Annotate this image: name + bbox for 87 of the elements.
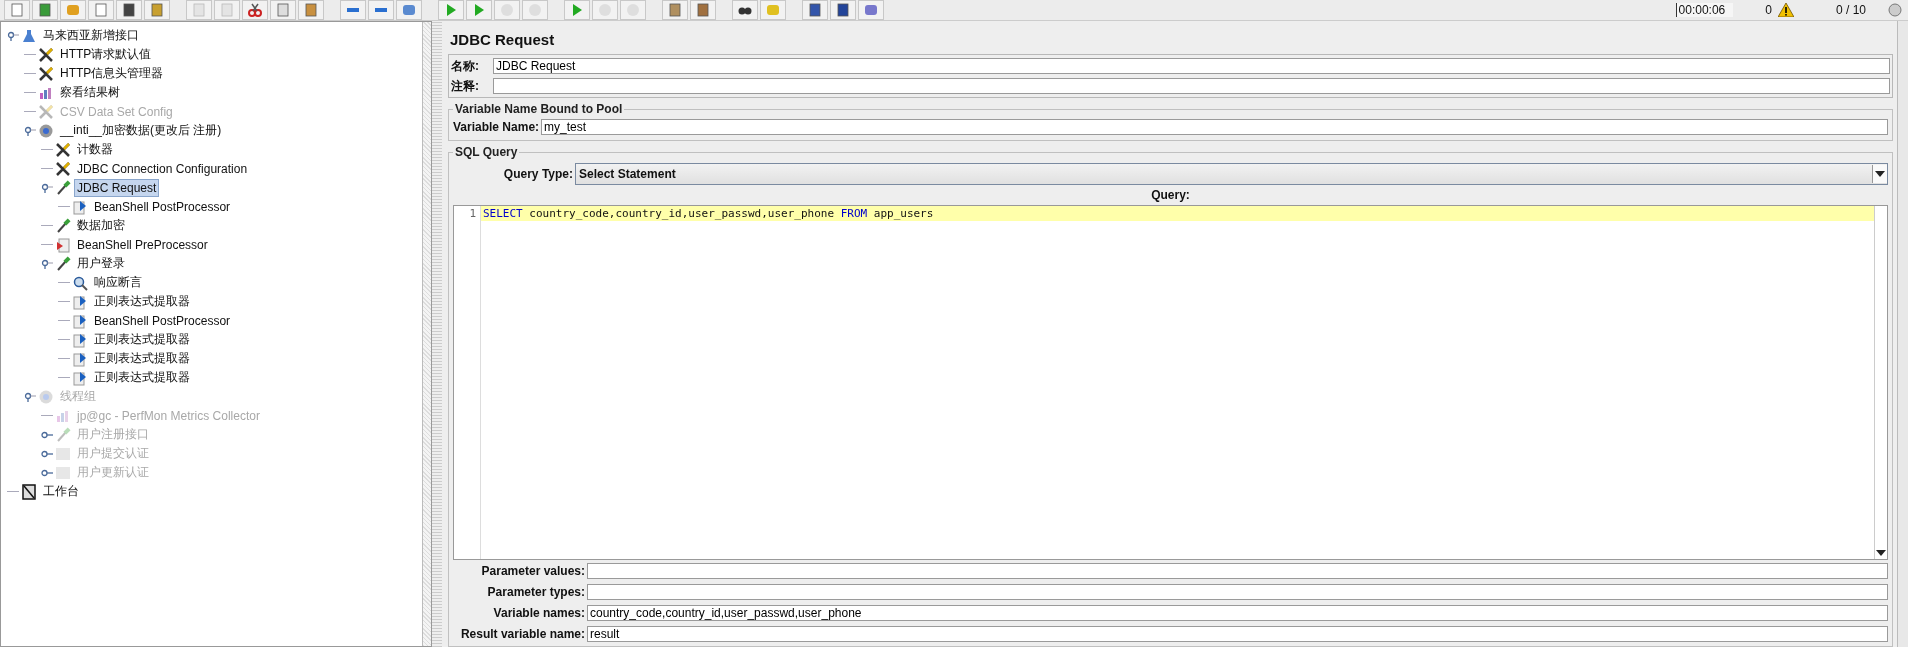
toolbar-button[interactable]	[116, 0, 142, 20]
field-label: 名称:	[451, 57, 480, 75]
status-icon	[1888, 3, 1902, 17]
document-icon	[37, 2, 53, 18]
tree-handle-icon[interactable]	[24, 125, 36, 136]
tree-item[interactable]: 正则表达式提取器	[91, 291, 193, 312]
tree-item[interactable]: 用户登录	[74, 253, 128, 274]
field-label: Variable names:	[492, 606, 586, 620]
field-label: Query:	[1151, 188, 1190, 202]
field-label: Parameter types:	[486, 585, 586, 599]
document-icon	[219, 2, 235, 18]
field-label: Variable Name:	[453, 120, 541, 134]
document-icon	[121, 2, 137, 18]
toolbar-button[interactable]	[732, 0, 758, 20]
line-number: 1	[469, 206, 476, 221]
document-icon	[303, 2, 319, 18]
stop-icon	[527, 2, 543, 18]
tree-item[interactable]: BeanShell PreProcessor	[74, 235, 211, 254]
toolbar-button[interactable]	[690, 0, 716, 20]
document-icon	[667, 2, 683, 18]
document-icon	[191, 2, 207, 18]
rounded-square-icon	[401, 2, 417, 18]
tree-item[interactable]: BeanShell PostProcessor	[91, 311, 234, 330]
tree-item[interactable]: HTTP信息头管理器	[57, 63, 167, 84]
tree-item[interactable]: 正则表达式提取器	[91, 367, 193, 388]
tree-item[interactable]: 马来西亚新增接口	[40, 25, 142, 46]
thread-count: 0 / 10	[1835, 3, 1866, 17]
rounded-square-icon	[65, 2, 81, 18]
document-icon	[9, 2, 25, 18]
group-title: SQL Query	[454, 145, 519, 159]
tree-handle-icon[interactable]	[41, 182, 53, 193]
tree-handle-icon[interactable]	[41, 467, 53, 478]
parameter-field[interactable]	[587, 563, 1888, 579]
tree-item[interactable]: 数据加密	[74, 215, 128, 236]
name-field[interactable]: JDBC Request	[493, 58, 1890, 74]
tree-item[interactable]: 正则表达式提取器	[91, 348, 193, 369]
elapsed-time: 00:00:06	[1675, 3, 1734, 17]
code-line: SELECT country_code,country_id,user_passwd,user_phone FROM app_users	[483, 207, 934, 220]
scrollbar[interactable]	[1897, 21, 1908, 647]
document-icon	[275, 2, 291, 18]
scroll-down-icon[interactable]	[1876, 550, 1886, 556]
tree-item[interactable]: BeanShell PostProcessor	[91, 197, 234, 216]
toolbar-button[interactable]	[242, 0, 268, 20]
stop-icon	[625, 2, 641, 18]
field-label: 注释:	[451, 77, 480, 95]
tree-item[interactable]: 工作台	[40, 481, 82, 502]
document-icon	[695, 2, 711, 18]
error-count: 0	[1765, 3, 1772, 17]
tree-item[interactable]: 正则表达式提取器	[91, 329, 193, 350]
group-title: Variable Name Bound to Pool	[454, 102, 624, 116]
scrollbar[interactable]	[422, 22, 431, 646]
tree-item[interactable]: 响应断言	[91, 272, 145, 293]
toolbar-button[interactable]	[830, 0, 856, 20]
tree-handle-icon[interactable]	[41, 448, 53, 459]
document-icon	[149, 2, 165, 18]
tree-item[interactable]: JDBC Connection Configuration	[74, 159, 251, 178]
comment-field[interactable]	[493, 78, 1890, 94]
query-type-dropdown[interactable]: Select Statement	[575, 163, 1888, 185]
field-label: Result variable name:	[459, 627, 586, 641]
field-label: Parameter values:	[480, 564, 586, 578]
stop-icon	[597, 2, 613, 18]
warning-icon	[1777, 3, 1794, 17]
toolbar-button[interactable]	[802, 0, 828, 20]
rounded-square-icon	[863, 2, 879, 18]
rounded-square-icon	[765, 2, 781, 18]
code-editor[interactable]: 1 SELECT country_code,country_id,user_passwd,user_phone FROM app_users	[453, 205, 1888, 560]
document-icon	[835, 2, 851, 18]
tree-handle-icon[interactable]	[41, 429, 53, 440]
caret-icon	[1875, 171, 1885, 177]
scissors-icon	[247, 2, 263, 18]
document-icon	[93, 2, 109, 18]
tree-item[interactable]: 察看结果树	[57, 82, 123, 103]
tree-item[interactable]: __inti__加密数据(更改后 注册)	[57, 120, 225, 141]
variable-name-field[interactable]: my_test	[541, 119, 1888, 135]
tree-item[interactable]: JDBC Request	[74, 178, 160, 197]
tree-handle-icon[interactable]	[7, 30, 19, 41]
tree-item[interactable]: 计数器	[74, 139, 116, 160]
panel-title: JDBC Request	[449, 30, 556, 50]
field-label: Query Type:	[502, 167, 574, 181]
stop-icon	[499, 2, 515, 18]
parameter-field[interactable]	[587, 584, 1888, 600]
tree-handle-icon[interactable]	[41, 258, 53, 269]
parameter-field[interactable]: country_code,country_id,user_passwd,user_phone	[587, 605, 1888, 621]
tree-item[interactable]: HTTP请求默认值	[57, 44, 155, 65]
document-icon	[807, 2, 823, 18]
tree-handle-icon[interactable]	[24, 391, 36, 402]
parameter-field[interactable]: result	[587, 626, 1888, 642]
